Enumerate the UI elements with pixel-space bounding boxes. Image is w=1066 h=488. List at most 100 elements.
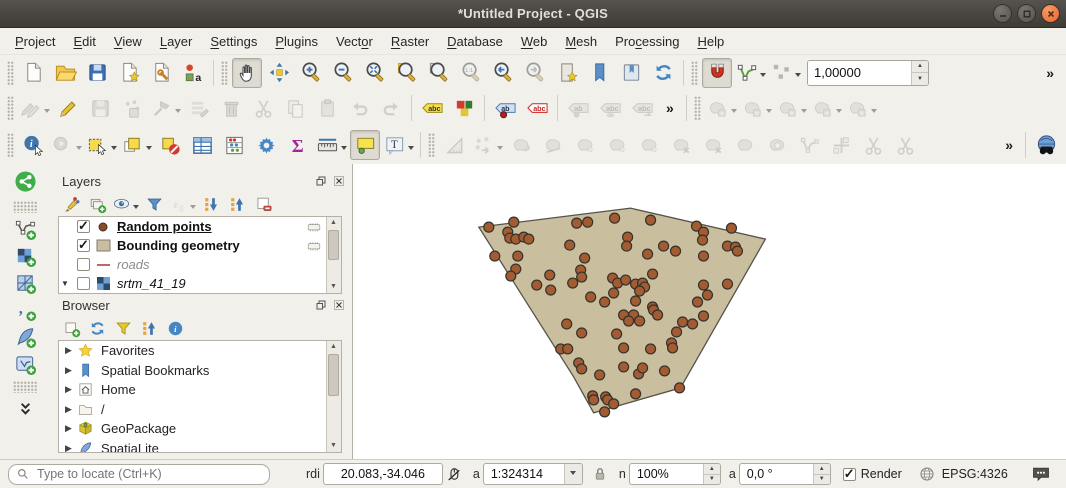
map-canvas[interactable] bbox=[352, 164, 1066, 459]
enable-snapping-on-intersection-button[interactable] bbox=[769, 58, 802, 88]
chevron-down-icon[interactable] bbox=[766, 109, 772, 116]
random-point[interactable] bbox=[635, 316, 645, 326]
browser-item-spatial-bookmarks[interactable]: ▶Spatial Bookmarks bbox=[59, 361, 341, 381]
pan-map-button[interactable] bbox=[232, 58, 262, 88]
random-point[interactable] bbox=[621, 275, 631, 285]
chevron-down-icon[interactable] bbox=[133, 205, 139, 212]
menu-web[interactable]: Web bbox=[512, 30, 557, 53]
add-mesh-layer-button[interactable] bbox=[8, 270, 42, 297]
layer-row[interactable]: ▼srtm_41_19 bbox=[59, 274, 341, 293]
menu-vector[interactable]: Vector bbox=[327, 30, 382, 53]
random-point[interactable] bbox=[631, 296, 641, 306]
magnifier-spinbox[interactable]: 100% ▲▼ bbox=[629, 463, 721, 485]
show-spatial-bookmarks-button[interactable] bbox=[584, 58, 614, 88]
random-point[interactable] bbox=[698, 235, 708, 245]
layer-visibility-checkbox[interactable] bbox=[77, 220, 90, 233]
messages-icon[interactable] bbox=[1030, 464, 1052, 484]
chevron-down-icon[interactable] bbox=[760, 73, 766, 80]
menu-help[interactable]: Help bbox=[688, 30, 733, 53]
layer-labeling-options-button[interactable]: abc bbox=[417, 93, 447, 123]
show-bookmark-manager-button[interactable] bbox=[616, 58, 646, 88]
random-point[interactable] bbox=[699, 311, 709, 321]
layer-name[interactable]: Random points bbox=[117, 219, 212, 234]
spin-up-icon[interactable]: ▲ bbox=[912, 61, 928, 74]
expander-icon[interactable]: ▶ bbox=[65, 404, 77, 415]
menu-database[interactable]: Database bbox=[438, 30, 512, 53]
random-point[interactable] bbox=[638, 363, 648, 373]
coordinate-box[interactable]: 20.083,-34.046 bbox=[323, 463, 443, 485]
zoom-full-button[interactable] bbox=[360, 58, 390, 88]
random-point[interactable] bbox=[672, 327, 682, 337]
layer-row[interactable]: Random points bbox=[59, 217, 341, 236]
menu-edit[interactable]: Edit bbox=[64, 30, 104, 53]
random-point[interactable] bbox=[577, 364, 587, 374]
crs-status[interactable]: EPSG:4326 bbox=[916, 465, 1008, 483]
random-point[interactable] bbox=[609, 288, 619, 298]
add-raster-layer-button[interactable] bbox=[8, 243, 42, 270]
random-point[interactable] bbox=[509, 217, 519, 227]
chevron-down-icon[interactable] bbox=[795, 73, 801, 80]
spin-down-icon[interactable]: ▼ bbox=[814, 475, 830, 485]
collapse-all-button[interactable] bbox=[225, 192, 249, 216]
manage-map-themes-button[interactable] bbox=[111, 192, 140, 216]
chevron-down-icon[interactable] bbox=[44, 109, 50, 116]
pin-unpin-labels-button[interactable]: ab bbox=[490, 93, 520, 123]
random-point[interactable] bbox=[612, 329, 622, 339]
snapping-tolerance-input[interactable] bbox=[808, 61, 911, 85]
random-point[interactable] bbox=[726, 223, 736, 233]
random-point[interactable] bbox=[622, 241, 632, 251]
identify-features-button[interactable]: i bbox=[18, 130, 48, 160]
expander-icon[interactable]: ▶ bbox=[65, 384, 77, 395]
minimize-button[interactable] bbox=[993, 4, 1012, 23]
add-selected-layers-button[interactable] bbox=[59, 316, 83, 340]
random-point[interactable] bbox=[595, 370, 605, 380]
toolbar-handle[interactable] bbox=[13, 201, 37, 213]
random-point[interactable] bbox=[545, 270, 555, 280]
remove-layer-group-button[interactable] bbox=[251, 192, 275, 216]
filter-browser-button[interactable] bbox=[111, 316, 135, 340]
random-point[interactable] bbox=[653, 310, 663, 320]
rotation-spinbox[interactable]: 0,0 ° ▲▼ bbox=[739, 463, 831, 485]
enable-properties-widget-button[interactable]: i bbox=[163, 316, 187, 340]
add-delimited-text-layer-button[interactable]: , bbox=[8, 297, 42, 324]
new-project-button[interactable] bbox=[18, 58, 48, 88]
browser-item-spatialite[interactable]: ▶SpatiaLite bbox=[59, 439, 341, 454]
rotation-spin-buttons[interactable]: ▲▼ bbox=[813, 464, 830, 484]
scroll-down-icon[interactable]: ▼ bbox=[327, 281, 340, 293]
layer-name[interactable]: roads bbox=[117, 257, 150, 272]
toolbar-overflow-button[interactable]: » bbox=[658, 100, 682, 116]
chevron-down-icon[interactable] bbox=[871, 109, 877, 116]
random-point[interactable] bbox=[568, 278, 578, 288]
locator-search[interactable] bbox=[8, 464, 270, 485]
expander-icon[interactable]: ▼ bbox=[61, 279, 71, 288]
chevron-down-icon[interactable] bbox=[836, 109, 842, 116]
chevron-down-icon[interactable] bbox=[146, 146, 152, 153]
random-point[interactable] bbox=[513, 251, 523, 261]
collapse-all-browser-button[interactable] bbox=[137, 316, 161, 340]
statistical-summary-button[interactable]: Σ bbox=[283, 130, 313, 160]
random-point[interactable] bbox=[506, 271, 516, 281]
chevron-down-icon[interactable] bbox=[801, 109, 807, 116]
memory-layer-indicator-icon[interactable] bbox=[303, 239, 325, 253]
spin-down-icon[interactable]: ▼ bbox=[912, 73, 928, 85]
random-point[interactable] bbox=[675, 383, 685, 393]
snapping-tolerance-spinbox[interactable]: ▲▼ bbox=[807, 60, 929, 86]
expander-icon[interactable]: ▶ bbox=[65, 443, 77, 453]
open-attribute-table-button[interactable] bbox=[187, 130, 217, 160]
browser-item--[interactable]: ▶/ bbox=[59, 400, 341, 420]
menu-layer[interactable]: Layer bbox=[151, 30, 202, 53]
select-features-button[interactable] bbox=[85, 130, 118, 160]
scroll-up-icon[interactable]: ▲ bbox=[327, 341, 340, 353]
browser-item-geopackage[interactable]: ▶GeoPackage bbox=[59, 419, 341, 439]
random-point[interactable] bbox=[580, 253, 590, 263]
random-point[interactable] bbox=[572, 218, 582, 228]
toggle-editing-button[interactable] bbox=[53, 93, 83, 123]
random-point[interactable] bbox=[484, 222, 494, 232]
toolbar-handle[interactable] bbox=[7, 133, 14, 157]
layer-row[interactable]: Bounding geometry bbox=[59, 236, 341, 255]
show-layout-manager-button[interactable] bbox=[146, 58, 176, 88]
menu-project[interactable]: Project bbox=[6, 30, 64, 53]
select-by-value-button[interactable] bbox=[120, 130, 153, 160]
more-layer-tools-button[interactable] bbox=[8, 396, 42, 423]
pan-to-selection-button[interactable] bbox=[264, 58, 294, 88]
